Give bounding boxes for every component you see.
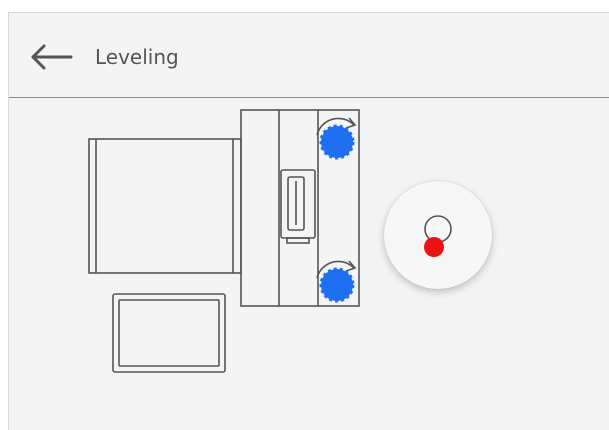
bubble-level-icon (424, 215, 452, 257)
leveling-screen: Leveling (8, 12, 609, 430)
display-terminal (112, 293, 226, 373)
level-window (280, 169, 316, 244)
bubble-level-indicator (384, 181, 492, 289)
arrow-left-icon (31, 44, 73, 70)
weighing-pan (88, 138, 242, 274)
level-bubble (424, 237, 444, 257)
back-button[interactable] (27, 39, 75, 75)
header-bar: Leveling (9, 13, 609, 98)
balance-diagram (88, 109, 360, 373)
adjuster-foot-bottom[interactable] (319, 267, 355, 303)
page-title: Leveling (95, 45, 179, 69)
adjuster-foot-top[interactable] (319, 124, 355, 160)
